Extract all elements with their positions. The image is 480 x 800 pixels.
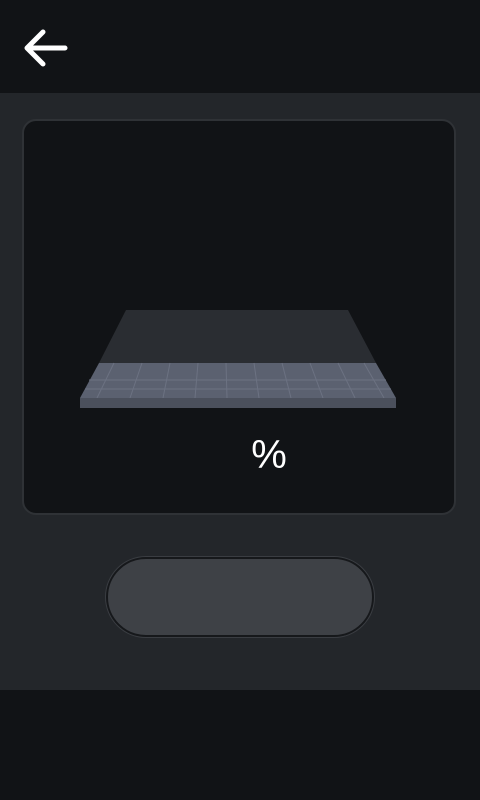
- back-button[interactable]: [14, 22, 76, 74]
- top-bar: [0, 0, 480, 93]
- app-screen: %: [0, 0, 480, 800]
- action-button[interactable]: [106, 557, 374, 637]
- progress-panel: %: [22, 119, 456, 515]
- bottom-area: [0, 690, 480, 800]
- main-content: %: [0, 93, 480, 690]
- arrow-left-icon: [24, 29, 68, 67]
- percent-sign: %: [251, 433, 287, 477]
- progress-percent: %: [24, 433, 480, 477]
